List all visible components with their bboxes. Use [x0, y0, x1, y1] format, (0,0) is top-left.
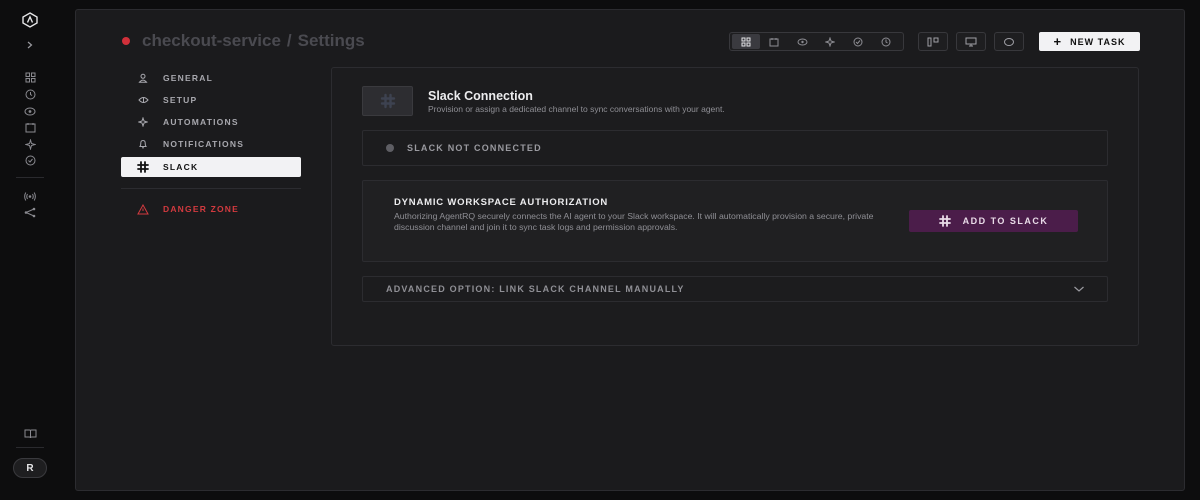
check-circle-icon[interactable] — [22, 152, 38, 168]
slack-icon — [938, 215, 951, 227]
add-to-slack-button[interactable]: ADD TO SLACK — [909, 210, 1078, 232]
project-name[interactable]: checkout-service — [142, 31, 281, 51]
slack-icon — [137, 161, 149, 173]
view-eye-button[interactable] — [788, 34, 816, 49]
grid-icon[interactable] — [22, 69, 38, 85]
authorization-panel: DYNAMIC WORKSPACE AUTHORIZATION Authoriz… — [362, 180, 1108, 262]
presentation-icon-button[interactable] — [956, 32, 986, 51]
nav-item-notifications[interactable]: NOTIFICATIONS — [121, 134, 301, 154]
eye-icon[interactable] — [22, 103, 38, 119]
nav-item-label: NOTIFICATIONS — [163, 139, 245, 149]
sparkle-icon[interactable] — [22, 136, 38, 152]
broadcast-icon[interactable] — [22, 188, 38, 204]
view-calendar-button[interactable] — [760, 34, 788, 49]
authorization-description: Authorizing AgentRQ securely connects th… — [394, 211, 874, 232]
view-switcher — [729, 32, 904, 51]
status-dot-red — [122, 37, 130, 45]
calendar-icon[interactable] — [22, 119, 38, 135]
sparkle-icon — [137, 116, 149, 128]
book-icon[interactable] — [22, 425, 38, 441]
nav-item-automations[interactable]: AUTOMATIONS — [121, 112, 301, 132]
left-rail: R — [0, 0, 60, 500]
danger-zone-label: DANGER ZONE — [163, 204, 240, 214]
rail-divider — [16, 177, 44, 178]
nav-item-label: SETUP — [163, 95, 198, 105]
view-sparkle-button[interactable] — [816, 34, 844, 49]
status-indicator-dot — [386, 144, 394, 152]
rail-divider-bottom — [16, 447, 44, 448]
nav-item-label: SLACK — [163, 162, 199, 172]
add-to-slack-label: ADD TO SLACK — [962, 216, 1049, 226]
connection-description: Provision or assign a dedicated channel … — [428, 104, 725, 114]
nav-item-slack[interactable]: SLACK — [121, 157, 301, 177]
nav-item-danger-zone[interactable]: DANGER ZONE — [121, 199, 301, 219]
share-icon[interactable] — [22, 204, 38, 220]
connection-status: SLACK NOT CONNECTED — [362, 130, 1108, 166]
view-grid-button[interactable] — [732, 34, 760, 49]
user-icon — [137, 72, 149, 84]
history-icon[interactable] — [22, 86, 38, 102]
nav-divider — [121, 188, 301, 189]
page-title: Settings — [297, 31, 365, 50]
bell-icon — [137, 138, 149, 150]
chevron-down-icon — [1073, 280, 1085, 298]
main-panel: checkout-service / Settings + NEW TASK G… — [75, 9, 1185, 491]
nav-item-general[interactable]: GENERAL — [121, 68, 301, 88]
new-task-button[interactable]: + NEW TASK — [1039, 32, 1140, 51]
breadcrumb: checkout-service / Settings — [122, 30, 365, 52]
refresh-icon-button[interactable] — [994, 32, 1024, 51]
slack-icon — [380, 93, 395, 109]
nav-item-label: GENERAL — [163, 73, 213, 83]
connection-title: Slack Connection — [428, 89, 533, 103]
status-text: SLACK NOT CONNECTED — [407, 143, 542, 153]
nav-item-label: AUTOMATIONS — [163, 117, 239, 127]
advanced-option-label: ADVANCED OPTION: LINK SLACK CHANNEL MANU… — [386, 284, 685, 294]
view-history-button[interactable] — [872, 34, 900, 49]
avatar-initial: R — [26, 462, 34, 474]
app-logo-icon[interactable] — [22, 12, 38, 28]
user-avatar[interactable]: R — [13, 458, 47, 478]
nav-item-setup[interactable]: SETUP — [121, 90, 301, 110]
slack-settings-card: Slack Connection Provision or assign a d… — [331, 67, 1139, 346]
plus-icon: + — [1053, 34, 1063, 49]
warning-icon — [137, 203, 149, 215]
authorization-title: DYNAMIC WORKSPACE AUTHORIZATION — [394, 197, 609, 208]
layout-toggle-button[interactable] — [918, 32, 948, 51]
setup-icon — [137, 94, 149, 106]
expand-chevron-icon[interactable] — [22, 37, 38, 53]
view-check-button[interactable] — [844, 34, 872, 49]
app-root: R checkout-service / Settings + NEW TASK… — [0, 0, 1200, 500]
slack-logo — [362, 86, 413, 116]
breadcrumb-separator: / — [286, 31, 292, 50]
advanced-option-accordion[interactable]: ADVANCED OPTION: LINK SLACK CHANNEL MANU… — [362, 276, 1108, 302]
new-task-label: NEW TASK — [1070, 36, 1126, 47]
